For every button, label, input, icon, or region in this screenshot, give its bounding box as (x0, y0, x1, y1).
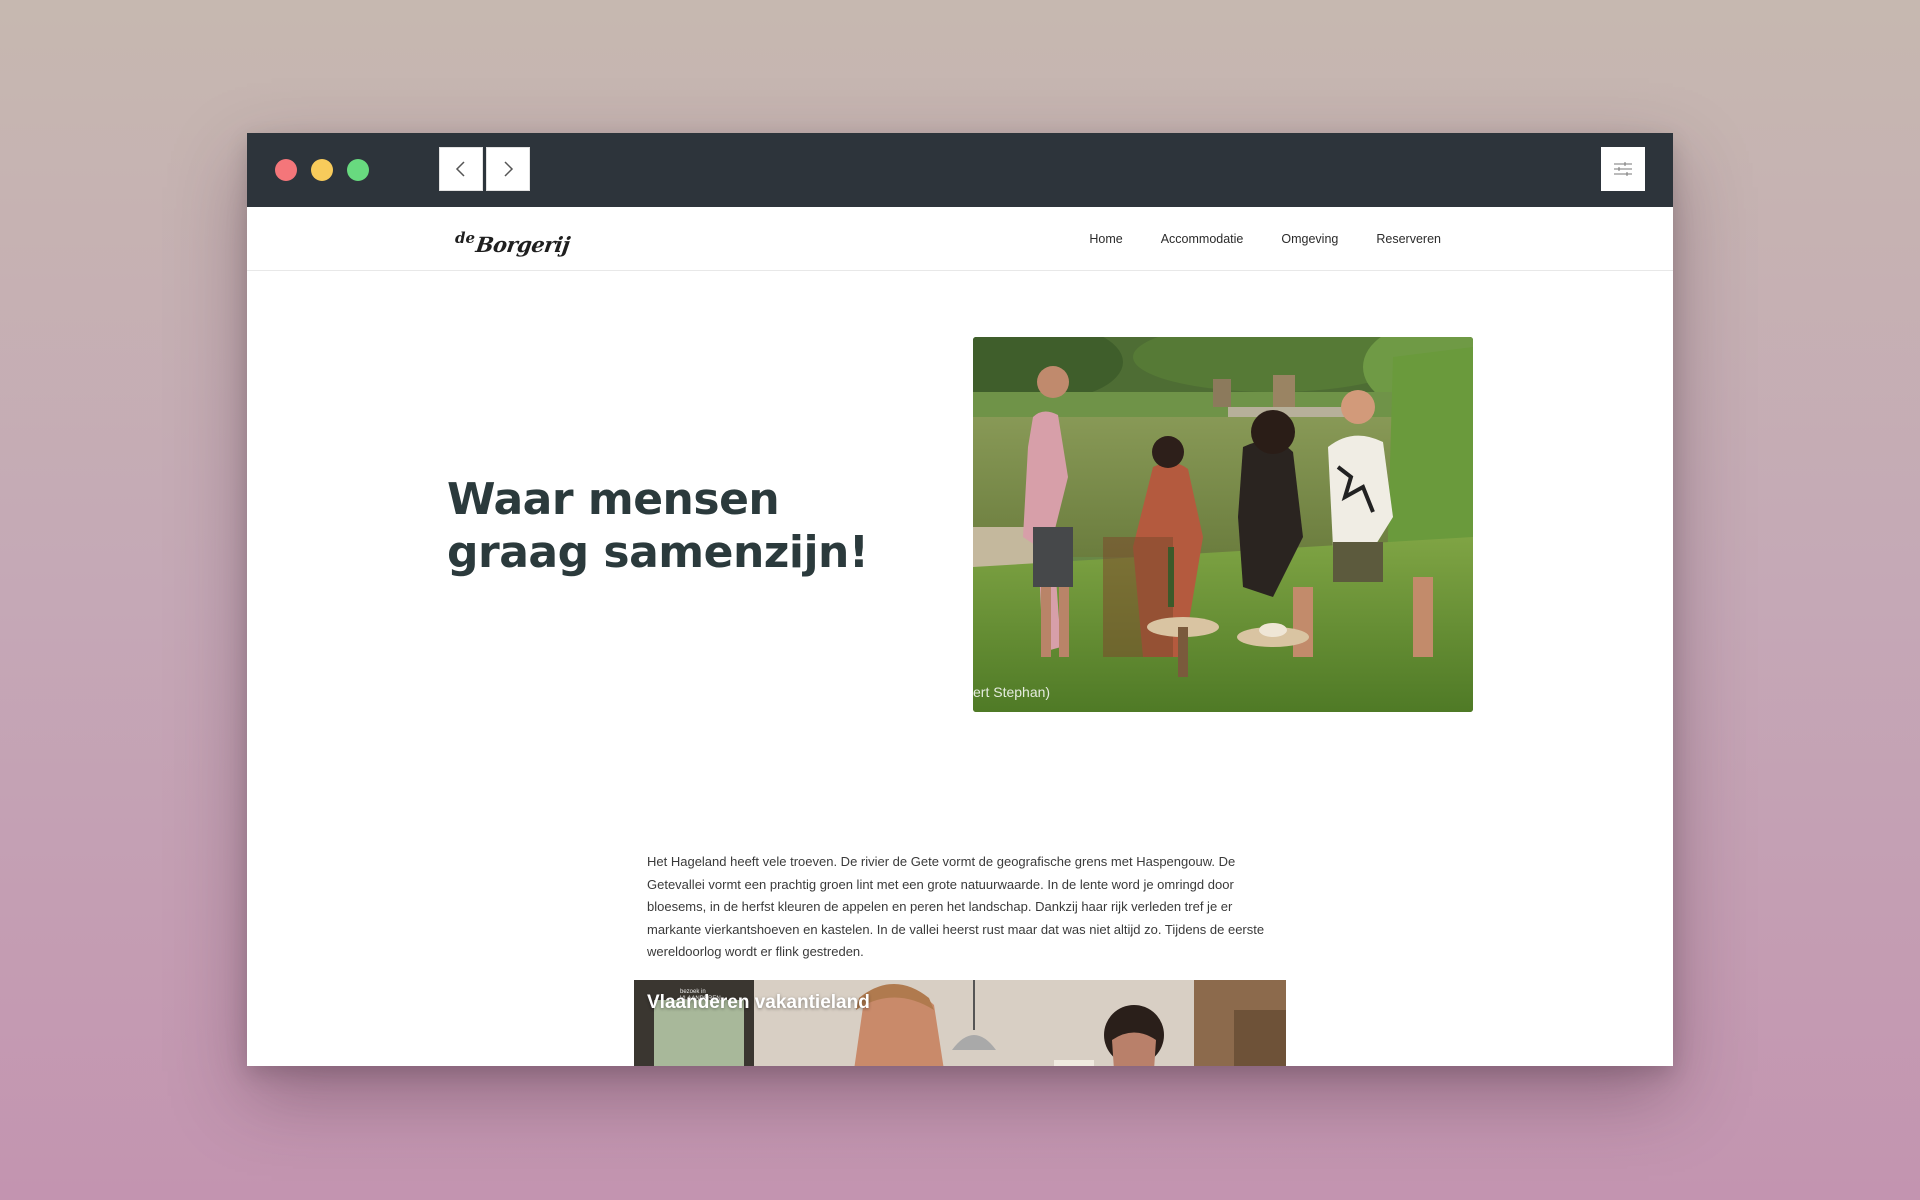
nav-reserveren[interactable]: Reserveren (1376, 232, 1441, 246)
sliders-icon (1614, 162, 1632, 176)
nav-home[interactable]: Home (1089, 232, 1122, 246)
site-logo[interactable]: de Borgerij (455, 221, 572, 257)
back-button[interactable] (439, 147, 483, 191)
photo-caption: ert Stephan) (973, 684, 1051, 700)
minimize-window-button[interactable] (311, 159, 333, 181)
settings-menu-button[interactable] (1601, 147, 1645, 191)
browser-window: de Borgerij Home Accommodatie Omgeving R… (247, 133, 1673, 1066)
hero-title-line2: graag samenzijn! (447, 527, 869, 578)
close-window-button[interactable] (275, 159, 297, 181)
chevron-left-icon (455, 161, 465, 177)
logo-name: Borgerij (474, 232, 572, 257)
site-header: de Borgerij Home Accommodatie Omgeving R… (247, 207, 1673, 271)
logo-prefix: de (455, 229, 476, 247)
intro-paragraph: Het Hageland heeft vele troeven. De rivi… (647, 854, 1265, 959)
chevron-right-icon (504, 161, 514, 177)
zoom-window-button[interactable] (347, 159, 369, 181)
hero-photo: ert Stephan) (973, 337, 1473, 712)
nav-omgeving[interactable]: Omgeving (1281, 232, 1338, 246)
forward-button[interactable] (486, 147, 530, 191)
hero-title: Waar mensen graag samenzijn! (447, 473, 907, 579)
main-nav: Home Accommodatie Omgeving Reserveren (1051, 207, 1441, 271)
video-embed[interactable]: bezoek in VLAANDEREN Vlaanderen vakantie… (634, 980, 1286, 1066)
video-title[interactable]: Vlaanderen vakantieland (647, 992, 870, 1014)
hero-photo-image (973, 337, 1473, 712)
nav-accommodatie[interactable]: Accommodatie (1161, 232, 1244, 246)
hero-title-line1: Waar mensen (447, 474, 780, 525)
browser-titlebar (247, 133, 1673, 207)
